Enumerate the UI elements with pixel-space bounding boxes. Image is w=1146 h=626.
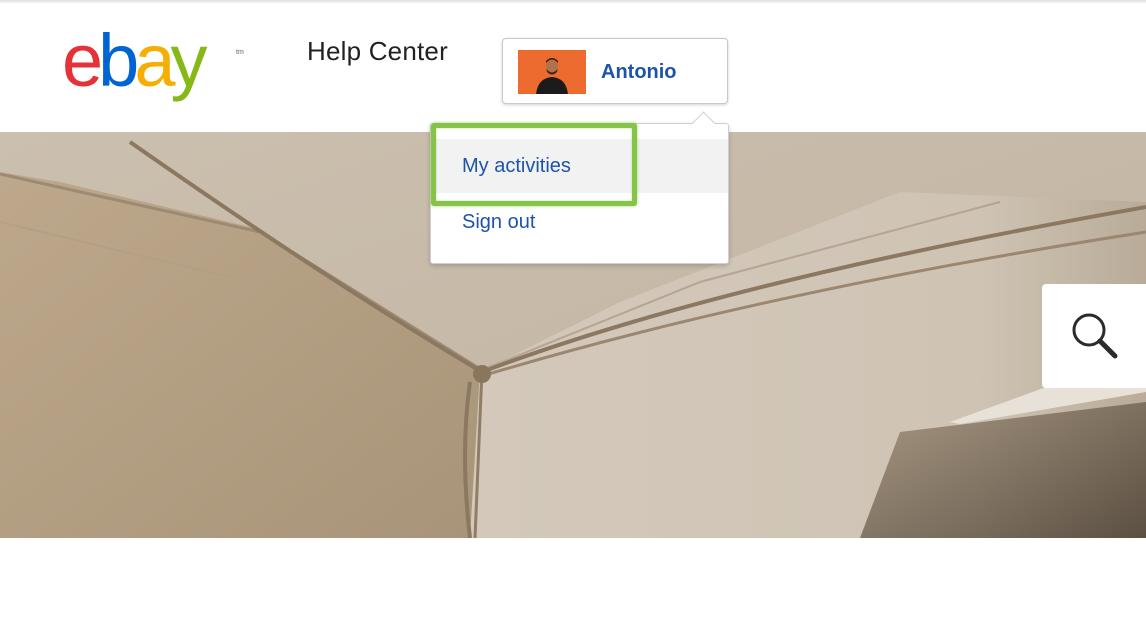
top-divider xyxy=(0,0,1146,3)
user-name: Antonio xyxy=(601,61,677,83)
search-icon xyxy=(1072,313,1118,359)
ebay-logo[interactable]: ebay tm xyxy=(62,30,252,108)
menu-item-sign-out[interactable]: Sign out xyxy=(431,195,728,249)
menu-item-my-activities[interactable]: My activities xyxy=(431,139,728,193)
help-center-page: ebay tm Help Center Antonio My activitie… xyxy=(0,0,1146,626)
search-button[interactable] xyxy=(1042,284,1146,388)
logo-trademark: tm xyxy=(236,49,244,56)
page-title[interactable]: Help Center xyxy=(307,36,448,67)
avatar xyxy=(518,50,586,94)
user-dropdown-menu: My activities Sign out xyxy=(430,111,729,264)
logo-wordmark: ebay xyxy=(62,30,207,102)
dropdown-caret xyxy=(691,111,716,136)
user-menu-button[interactable]: Antonio xyxy=(502,38,728,104)
